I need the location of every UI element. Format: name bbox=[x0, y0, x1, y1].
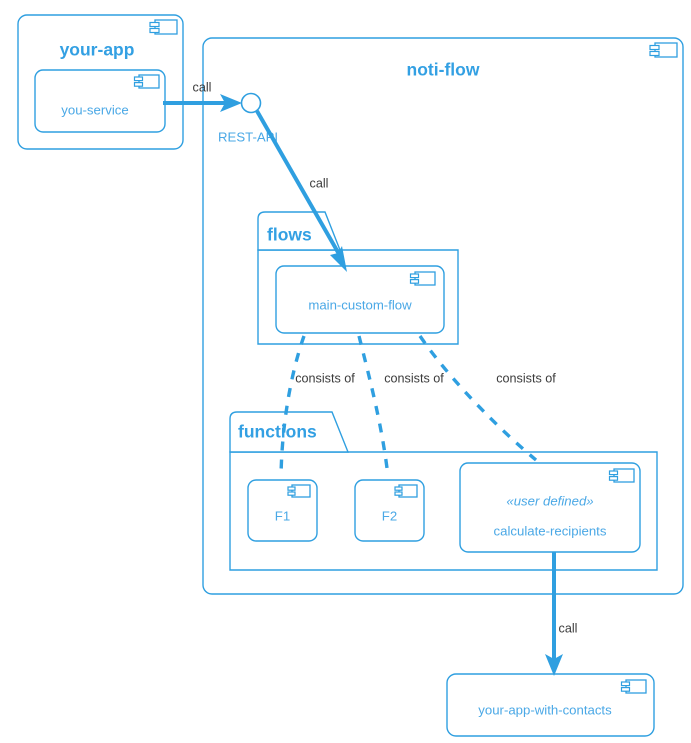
component-f2[interactable]: F2 bbox=[354, 479, 425, 542]
noti-flow-title: noti-flow bbox=[407, 60, 480, 80]
component-f1[interactable]: F1 bbox=[247, 479, 318, 542]
edge-label-consists-of-f1: consists of bbox=[295, 371, 355, 385]
component-main-custom-flow[interactable]: main-custom-flow bbox=[275, 265, 445, 334]
component-you-service[interactable]: you-service bbox=[34, 69, 166, 133]
edge-label-call-rest-api: call bbox=[193, 80, 212, 94]
your-app-with-contacts-label: your-app-with-contacts bbox=[478, 702, 612, 717]
you-service-label: you-service bbox=[61, 102, 128, 117]
calculate-recipients-label: calculate-recipients bbox=[494, 523, 607, 538]
component-calculate-recipients[interactable]: «user defined» calculate-recipients bbox=[459, 462, 641, 553]
functions-package-title: functions bbox=[238, 422, 317, 442]
component-icon bbox=[149, 19, 178, 35]
provided-interface-circle[interactable] bbox=[240, 92, 262, 114]
edge-label-consists-of-f2: consists of bbox=[384, 371, 444, 385]
main-custom-flow-label: main-custom-flow bbox=[308, 297, 412, 312]
component-icon bbox=[649, 42, 678, 58]
uml-component-diagram: your-app you-service noti-flow flows mai… bbox=[0, 0, 691, 743]
f2-label: F2 bbox=[382, 508, 397, 523]
component-your-app-with-contacts[interactable]: your-app-with-contacts bbox=[446, 673, 655, 737]
flows-package-title: flows bbox=[267, 225, 312, 245]
calculate-recipients-stereotype: «user defined» bbox=[506, 493, 593, 508]
your-app-title: your-app bbox=[60, 40, 135, 60]
edge-label-call-contacts: call bbox=[559, 621, 578, 635]
component-your-app[interactable]: your-app you-service bbox=[17, 14, 184, 150]
edge-label-consists-of-calc: consists of bbox=[496, 371, 556, 385]
edge-label-call-flow: call bbox=[310, 176, 329, 190]
component-noti-flow[interactable]: noti-flow flows main-custom-flow functio… bbox=[202, 37, 684, 595]
f1-label: F1 bbox=[275, 508, 290, 523]
